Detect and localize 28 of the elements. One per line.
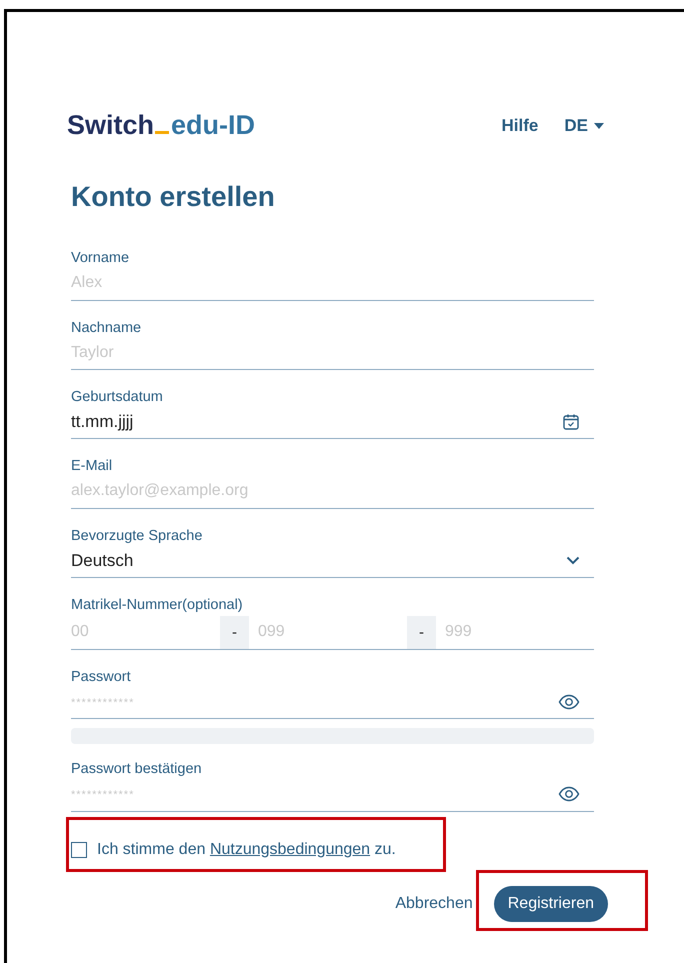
language-select[interactable]: Deutsch xyxy=(71,544,594,578)
field-label: Vorname xyxy=(71,249,130,267)
field-label: Passwort xyxy=(71,668,132,686)
field-label: E-Mail xyxy=(71,457,114,475)
separator-label: - xyxy=(220,616,249,648)
field-label: Bevorzugte Sprache xyxy=(71,526,204,544)
separator-label: - xyxy=(407,616,436,648)
terms-text: Ich stimme den Nutzungsbedingungen zu. xyxy=(97,840,396,858)
password-field[interactable]: ************ xyxy=(71,686,594,719)
calendar-icon[interactable] xyxy=(562,413,580,431)
chevron-down-icon[interactable] xyxy=(566,556,580,565)
cancel-button[interactable]: Abbrechen xyxy=(395,894,473,912)
terms-link[interactable]: Nutzungsbedingungen xyxy=(210,840,370,858)
logo: Switch edu-ID xyxy=(67,110,256,141)
language-dropdown[interactable]: DE xyxy=(564,116,604,136)
caret-icon xyxy=(594,122,604,128)
eye-icon[interactable] xyxy=(558,694,580,710)
page-title: Konto erstellen xyxy=(71,181,276,213)
field-label: Nachname xyxy=(71,318,142,336)
terms-checkbox[interactable] xyxy=(71,842,87,858)
register-button[interactable]: Registrieren xyxy=(494,886,608,922)
password-field[interactable]: ************ xyxy=(71,778,594,812)
eye-icon[interactable] xyxy=(558,786,580,802)
help-link[interactable]: Hilfe xyxy=(502,116,538,136)
field-label: Geburtsdatum xyxy=(71,388,164,406)
field-label: Passwort bestätigen xyxy=(71,760,203,778)
field-label: Matrikel-Nummer(optional) xyxy=(71,596,244,614)
input-field[interactable]: tt.mm.jjjj xyxy=(71,406,594,439)
